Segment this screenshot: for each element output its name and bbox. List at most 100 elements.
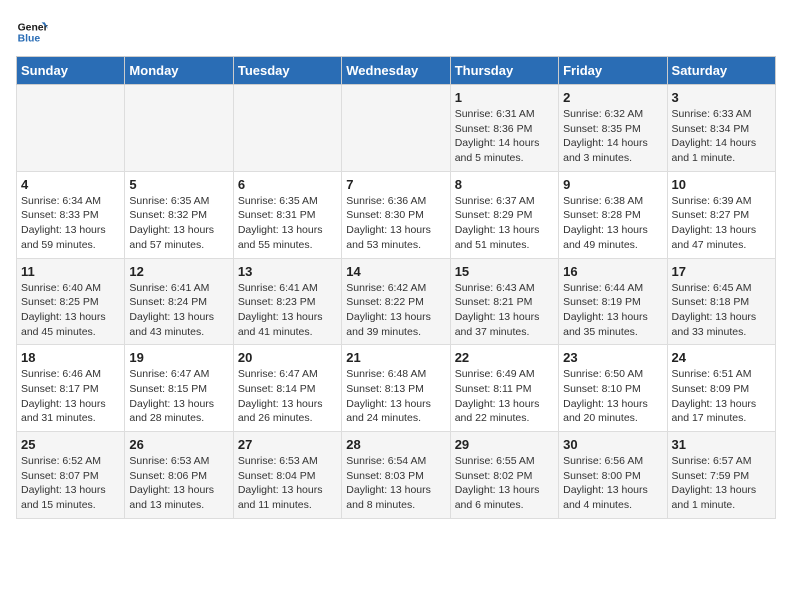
calendar-cell bbox=[233, 85, 341, 172]
logo: General Blue bbox=[16, 16, 48, 48]
day-info: Sunrise: 6:44 AM Sunset: 8:19 PM Dayligh… bbox=[563, 281, 662, 340]
calendar-cell: 18 Sunrise: 6:46 AM Sunset: 8:17 PM Dayli… bbox=[17, 345, 125, 432]
day-number: 22 bbox=[455, 350, 554, 365]
day-number: 29 bbox=[455, 437, 554, 452]
calendar-week-5: 25Sunrise: 6:52 AM Sunset: 8:07 PM Dayli… bbox=[17, 432, 776, 519]
day-number: 7 bbox=[346, 177, 445, 192]
calendar-week-4: 18 Sunrise: 6:46 AM Sunset: 8:17 PM Dayli… bbox=[17, 345, 776, 432]
col-header-saturday: Saturday bbox=[667, 57, 775, 85]
calendar-cell: 26 Sunrise: 6:53 AM Sunset: 8:06 PM Dayli… bbox=[125, 432, 233, 519]
day-info: Sunrise: 6:52 AM Sunset: 8:07 PM Dayligh… bbox=[21, 454, 120, 513]
day-info: Sunrise: 6:46 AM Sunset: 8:17 PM Dayligh… bbox=[21, 367, 120, 426]
day-info: Sunrise: 6:32 AM Sunset: 8:35 PM Dayligh… bbox=[563, 107, 662, 166]
calendar-cell: 29 Sunrise: 6:55 AM Sunset: 8:02 PM Dayli… bbox=[450, 432, 558, 519]
calendar-cell: 9Sunrise: 6:38 AM Sunset: 8:28 PM Daylig… bbox=[559, 171, 667, 258]
calendar-cell: 8 Sunrise: 6:37 AM Sunset: 8:29 PM Daylig… bbox=[450, 171, 558, 258]
day-info: Sunrise: 6:47 AM Sunset: 8:14 PM Dayligh… bbox=[238, 367, 337, 426]
calendar-cell: 30Sunrise: 6:56 AM Sunset: 8:00 PM Dayli… bbox=[559, 432, 667, 519]
col-header-friday: Friday bbox=[559, 57, 667, 85]
calendar-body: 1 Sunrise: 6:31 AM Sunset: 8:36 PM Daylig… bbox=[17, 85, 776, 519]
day-info: Sunrise: 6:53 AM Sunset: 8:04 PM Dayligh… bbox=[238, 454, 337, 513]
calendar-header: SundayMondayTuesdayWednesdayThursdayFrid… bbox=[17, 57, 776, 85]
calendar-cell: 23 Sunrise: 6:50 AM Sunset: 8:10 PM Dayli… bbox=[559, 345, 667, 432]
calendar-cell: 21 Sunrise: 6:48 AM Sunset: 8:13 PM Dayli… bbox=[342, 345, 450, 432]
calendar-cell: 2 Sunrise: 6:32 AM Sunset: 8:35 PM Daylig… bbox=[559, 85, 667, 172]
calendar-week-2: 4 Sunrise: 6:34 AM Sunset: 8:33 PM Daylig… bbox=[17, 171, 776, 258]
calendar-cell: 17 Sunrise: 6:45 AM Sunset: 8:18 PM Dayli… bbox=[667, 258, 775, 345]
calendar-cell: 20 Sunrise: 6:47 AM Sunset: 8:14 PM Dayli… bbox=[233, 345, 341, 432]
calendar-cell: 19 Sunrise: 6:47 AM Sunset: 8:15 PM Dayli… bbox=[125, 345, 233, 432]
day-number: 30 bbox=[563, 437, 662, 452]
col-header-monday: Monday bbox=[125, 57, 233, 85]
day-number: 15 bbox=[455, 264, 554, 279]
day-number: 3 bbox=[672, 90, 771, 105]
col-header-tuesday: Tuesday bbox=[233, 57, 341, 85]
day-info: Sunrise: 6:45 AM Sunset: 8:18 PM Dayligh… bbox=[672, 281, 771, 340]
day-number: 19 bbox=[129, 350, 228, 365]
day-number: 26 bbox=[129, 437, 228, 452]
day-number: 28 bbox=[346, 437, 445, 452]
day-info: Sunrise: 6:43 AM Sunset: 8:21 PM Dayligh… bbox=[455, 281, 554, 340]
calendar-cell bbox=[342, 85, 450, 172]
calendar-cell: 6 Sunrise: 6:35 AM Sunset: 8:31 PM Daylig… bbox=[233, 171, 341, 258]
day-info: Sunrise: 6:37 AM Sunset: 8:29 PM Dayligh… bbox=[455, 194, 554, 253]
day-number: 17 bbox=[672, 264, 771, 279]
svg-text:Blue: Blue bbox=[18, 34, 41, 45]
day-number: 16 bbox=[563, 264, 662, 279]
day-info: Sunrise: 6:34 AM Sunset: 8:33 PM Dayligh… bbox=[21, 194, 120, 253]
day-number: 27 bbox=[238, 437, 337, 452]
day-info: Sunrise: 6:55 AM Sunset: 8:02 PM Dayligh… bbox=[455, 454, 554, 513]
day-info: Sunrise: 6:54 AM Sunset: 8:03 PM Dayligh… bbox=[346, 454, 445, 513]
day-info: Sunrise: 6:35 AM Sunset: 8:32 PM Dayligh… bbox=[129, 194, 228, 253]
col-header-wednesday: Wednesday bbox=[342, 57, 450, 85]
day-info: Sunrise: 6:48 AM Sunset: 8:13 PM Dayligh… bbox=[346, 367, 445, 426]
day-info: Sunrise: 6:53 AM Sunset: 8:06 PM Dayligh… bbox=[129, 454, 228, 513]
day-info: Sunrise: 6:47 AM Sunset: 8:15 PM Dayligh… bbox=[129, 367, 228, 426]
day-number: 18 bbox=[21, 350, 120, 365]
calendar-cell: 5Sunrise: 6:35 AM Sunset: 8:32 PM Daylig… bbox=[125, 171, 233, 258]
day-info: Sunrise: 6:33 AM Sunset: 8:34 PM Dayligh… bbox=[672, 107, 771, 166]
col-header-sunday: Sunday bbox=[17, 57, 125, 85]
calendar-cell: 11 Sunrise: 6:40 AM Sunset: 8:25 PM Dayli… bbox=[17, 258, 125, 345]
calendar-cell bbox=[125, 85, 233, 172]
day-info: Sunrise: 6:31 AM Sunset: 8:36 PM Dayligh… bbox=[455, 107, 554, 166]
calendar-cell: 31Sunrise: 6:57 AM Sunset: 7:59 PM Dayli… bbox=[667, 432, 775, 519]
day-number: 10 bbox=[672, 177, 771, 192]
day-info: Sunrise: 6:35 AM Sunset: 8:31 PM Dayligh… bbox=[238, 194, 337, 253]
calendar-cell: 10 Sunrise: 6:39 AM Sunset: 8:27 PM Dayli… bbox=[667, 171, 775, 258]
day-info: Sunrise: 6:41 AM Sunset: 8:24 PM Dayligh… bbox=[129, 281, 228, 340]
day-number: 8 bbox=[455, 177, 554, 192]
day-number: 14 bbox=[346, 264, 445, 279]
day-number: 11 bbox=[21, 264, 120, 279]
day-number: 9 bbox=[563, 177, 662, 192]
day-info: Sunrise: 6:57 AM Sunset: 7:59 PM Dayligh… bbox=[672, 454, 771, 513]
calendar-cell: 13 Sunrise: 6:41 AM Sunset: 8:23 PM Dayli… bbox=[233, 258, 341, 345]
calendar-cell: 28 Sunrise: 6:54 AM Sunset: 8:03 PM Dayli… bbox=[342, 432, 450, 519]
day-info: Sunrise: 6:41 AM Sunset: 8:23 PM Dayligh… bbox=[238, 281, 337, 340]
day-info: Sunrise: 6:50 AM Sunset: 8:10 PM Dayligh… bbox=[563, 367, 662, 426]
day-number: 1 bbox=[455, 90, 554, 105]
day-number: 21 bbox=[346, 350, 445, 365]
day-number: 6 bbox=[238, 177, 337, 192]
calendar-cell: 15 Sunrise: 6:43 AM Sunset: 8:21 PM Dayli… bbox=[450, 258, 558, 345]
calendar-cell: 27 Sunrise: 6:53 AM Sunset: 8:04 PM Dayli… bbox=[233, 432, 341, 519]
day-info: Sunrise: 6:40 AM Sunset: 8:25 PM Dayligh… bbox=[21, 281, 120, 340]
day-number: 12 bbox=[129, 264, 228, 279]
calendar-cell: 24Sunrise: 6:51 AM Sunset: 8:09 PM Dayli… bbox=[667, 345, 775, 432]
calendar-week-1: 1 Sunrise: 6:31 AM Sunset: 8:36 PM Daylig… bbox=[17, 85, 776, 172]
day-number: 2 bbox=[563, 90, 662, 105]
calendar-cell: 16 Sunrise: 6:44 AM Sunset: 8:19 PM Dayli… bbox=[559, 258, 667, 345]
day-number: 13 bbox=[238, 264, 337, 279]
calendar-cell: 3 Sunrise: 6:33 AM Sunset: 8:34 PM Daylig… bbox=[667, 85, 775, 172]
calendar-cell: 7Sunrise: 6:36 AM Sunset: 8:30 PM Daylig… bbox=[342, 171, 450, 258]
col-header-thursday: Thursday bbox=[450, 57, 558, 85]
day-number: 23 bbox=[563, 350, 662, 365]
day-info: Sunrise: 6:39 AM Sunset: 8:27 PM Dayligh… bbox=[672, 194, 771, 253]
day-number: 4 bbox=[21, 177, 120, 192]
day-info: Sunrise: 6:51 AM Sunset: 8:09 PM Dayligh… bbox=[672, 367, 771, 426]
day-info: Sunrise: 6:49 AM Sunset: 8:11 PM Dayligh… bbox=[455, 367, 554, 426]
calendar-cell: 22 Sunrise: 6:49 AM Sunset: 8:11 PM Dayli… bbox=[450, 345, 558, 432]
day-number: 20 bbox=[238, 350, 337, 365]
calendar-week-3: 11 Sunrise: 6:40 AM Sunset: 8:25 PM Dayli… bbox=[17, 258, 776, 345]
calendar-cell: 25Sunrise: 6:52 AM Sunset: 8:07 PM Dayli… bbox=[17, 432, 125, 519]
